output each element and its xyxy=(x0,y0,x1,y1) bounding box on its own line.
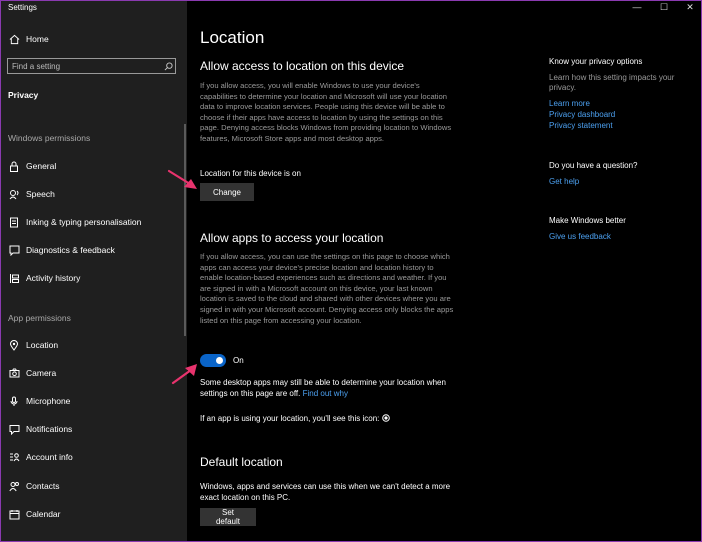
notifications-icon xyxy=(7,424,21,435)
location-icon xyxy=(7,339,21,351)
privacy-options-subtext: Learn how this setting impacts your priv… xyxy=(549,73,675,92)
sidebar-item-label: Location xyxy=(26,340,59,350)
microphone-icon xyxy=(7,396,21,407)
sidebar-item-location[interactable]: Location xyxy=(0,334,187,356)
search-box[interactable] xyxy=(7,58,176,74)
location-in-use-icon xyxy=(381,414,390,424)
close-button[interactable]: ✕ xyxy=(677,0,702,14)
default-location-heading: Default location xyxy=(200,455,283,469)
calendar-icon xyxy=(7,509,21,520)
location-icon-note-text: If an app is using your location, you'll… xyxy=(200,414,380,423)
annotation-arrow-toggle xyxy=(171,364,197,385)
home-icon xyxy=(7,34,21,45)
find-out-why-link[interactable]: Find out why xyxy=(303,389,348,398)
windows-permissions-label: Windows permissions xyxy=(8,133,91,143)
sidebar-item-label: Calendar xyxy=(26,509,61,519)
sidebar-item-label: Activity history xyxy=(26,273,81,283)
question-heading: Do you have a question? xyxy=(549,161,638,170)
lock-icon xyxy=(7,161,21,172)
sidebar-item-label: General xyxy=(26,161,57,171)
sidebar-item-label: Inking & typing personalisation xyxy=(26,217,142,227)
page-title: Location xyxy=(200,28,265,47)
sidebar-item-label: Contacts xyxy=(26,481,60,491)
app-permissions-label: App permissions xyxy=(8,313,71,323)
get-help-link[interactable]: Get help xyxy=(549,177,579,186)
sidebar-item-label: Microphone xyxy=(26,396,71,406)
learn-more-link[interactable]: Learn more xyxy=(549,99,590,108)
inking-icon xyxy=(7,217,21,228)
sidebar: Settings Home Privacy Windows permission… xyxy=(0,0,187,542)
sidebar-current-privacy: Privacy xyxy=(8,90,39,100)
activity-icon xyxy=(7,273,21,284)
diagnostics-icon xyxy=(7,245,21,256)
toggle-knob xyxy=(216,357,223,364)
sidebar-item-account-info[interactable]: Account info xyxy=(0,446,187,468)
search-icon[interactable] xyxy=(161,61,175,71)
app-title: Settings xyxy=(8,3,37,12)
default-location-description: Windows, apps and services can use this … xyxy=(200,482,451,502)
sidebar-item-camera[interactable]: Camera xyxy=(0,362,187,384)
sidebar-item-label: Account info xyxy=(26,452,73,462)
minimize-button[interactable]: — xyxy=(624,0,650,14)
location-toggle[interactable] xyxy=(200,354,226,367)
location-icon-note: If an app is using your location, you'll… xyxy=(200,414,390,424)
privacy-options-heading: Know your privacy options xyxy=(549,57,643,66)
apps-access-description: If you allow access, you can use the set… xyxy=(200,252,454,325)
sidebar-scrollbar[interactable] xyxy=(184,124,186,336)
desktop-apps-note: Some desktop apps may still be able to d… xyxy=(200,378,470,399)
maximize-button[interactable]: ☐ xyxy=(651,0,677,14)
device-location-status: Location for this device is on xyxy=(200,169,301,178)
device-access-description: If you allow access, you will enable Win… xyxy=(200,81,452,143)
speech-icon xyxy=(7,189,21,200)
set-default-button[interactable]: Set default xyxy=(200,508,256,526)
sidebar-item-speech[interactable]: Speech xyxy=(0,183,187,205)
sidebar-item-activity-history[interactable]: Activity history xyxy=(0,267,187,289)
sidebar-item-contacts[interactable]: Contacts xyxy=(0,475,187,497)
sidebar-item-label: Speech xyxy=(26,189,55,199)
sidebar-item-inking[interactable]: Inking & typing personalisation xyxy=(0,211,187,233)
apps-access-heading: Allow apps to access your location xyxy=(200,231,384,245)
toggle-state-label: On xyxy=(233,356,244,365)
sidebar-item-label: Camera xyxy=(26,368,57,378)
privacy-statement-link[interactable]: Privacy statement xyxy=(549,121,613,130)
sidebar-item-label: Diagnostics & feedback xyxy=(26,245,115,255)
sidebar-item-diagnostics[interactable]: Diagnostics & feedback xyxy=(0,239,187,261)
sidebar-item-label: Home xyxy=(26,34,49,44)
make-windows-better-heading: Make Windows better xyxy=(549,216,626,225)
annotation-arrow-change xyxy=(167,169,197,189)
give-feedback-link[interactable]: Give us feedback xyxy=(549,232,611,241)
sidebar-item-calendar[interactable]: Calendar xyxy=(0,503,187,525)
privacy-dashboard-link[interactable]: Privacy dashboard xyxy=(549,110,615,119)
sidebar-item-general[interactable]: General xyxy=(0,155,187,177)
search-input[interactable] xyxy=(8,60,161,72)
contacts-icon xyxy=(7,481,21,492)
account-info-icon xyxy=(7,452,21,462)
change-button[interactable]: Change xyxy=(200,183,254,201)
sidebar-item-notifications[interactable]: Notifications xyxy=(0,418,187,440)
camera-icon xyxy=(7,368,21,378)
sidebar-item-microphone[interactable]: Microphone xyxy=(0,390,187,412)
device-access-heading: Allow access to location on this device xyxy=(200,59,405,73)
sidebar-item-home[interactable]: Home xyxy=(0,28,187,50)
sidebar-item-label: Notifications xyxy=(26,424,73,434)
